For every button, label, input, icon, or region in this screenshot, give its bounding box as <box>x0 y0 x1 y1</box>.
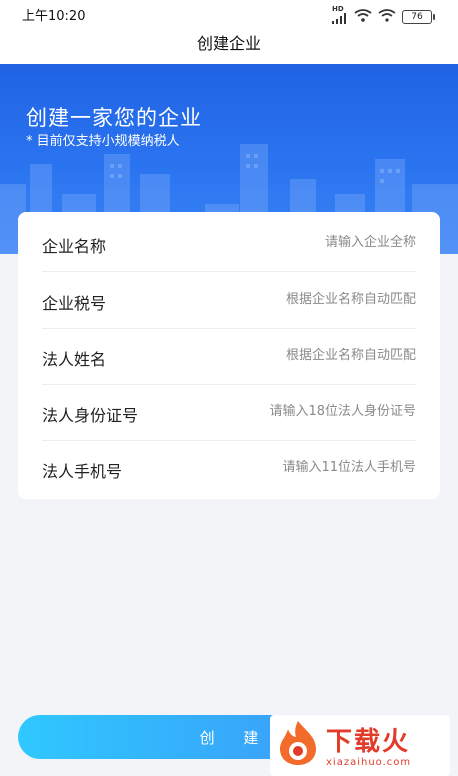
hero-subtitle: * 目前仅支持小规模纳税人 <box>26 134 180 149</box>
legal-person-id-input[interactable] <box>186 398 416 424</box>
company-name-row: 企业名称 <box>42 215 416 272</box>
battery-icon: 76 <box>402 10 435 24</box>
page-title: 创建企业 <box>196 34 261 53</box>
status-time: 上午10:20 <box>22 9 86 24</box>
tax-id-label: 企业税号 <box>42 294 107 313</box>
watermark-url: xiazaihuo.com <box>326 757 412 768</box>
legal-person-name-input[interactable] <box>186 342 416 368</box>
status-bar: 上午10:20 HD 76 <box>0 0 458 28</box>
watermark-brand: 下载火 <box>326 727 411 757</box>
legal-person-phone-label: 法人手机号 <box>42 462 123 481</box>
company-name-label: 企业名称 <box>42 237 107 256</box>
tax-id-input[interactable] <box>186 286 416 312</box>
hero-title: 创建一家您的企业 <box>26 106 202 130</box>
legal-person-phone-input[interactable] <box>186 454 416 480</box>
wifi-secondary-icon <box>378 8 396 26</box>
hd-label: HD <box>332 5 344 13</box>
legal-person-name-row: 法人姓名 <box>42 328 416 385</box>
legal-person-phone-row: 法人手机号 <box>42 440 416 496</box>
flame-icon <box>280 721 316 765</box>
watermark-logo: 下载火 xiazaihuo.com <box>270 715 450 776</box>
legal-person-id-row: 法人身份证号 <box>42 384 416 441</box>
signal-icon: HD <box>332 6 348 28</box>
tax-id-row: 企业税号 <box>42 272 416 329</box>
enterprise-form-card: 企业名称 企业税号 法人姓名 法人身份证号 法人手机号 <box>18 212 440 499</box>
legal-person-id-label: 法人身份证号 <box>42 406 139 425</box>
company-name-input[interactable] <box>186 229 416 255</box>
nav-bar: 创建企业 <box>0 28 458 64</box>
status-icons: HD 76 <box>332 6 435 28</box>
legal-person-name-label: 法人姓名 <box>42 350 107 369</box>
wifi-icon <box>354 8 372 26</box>
